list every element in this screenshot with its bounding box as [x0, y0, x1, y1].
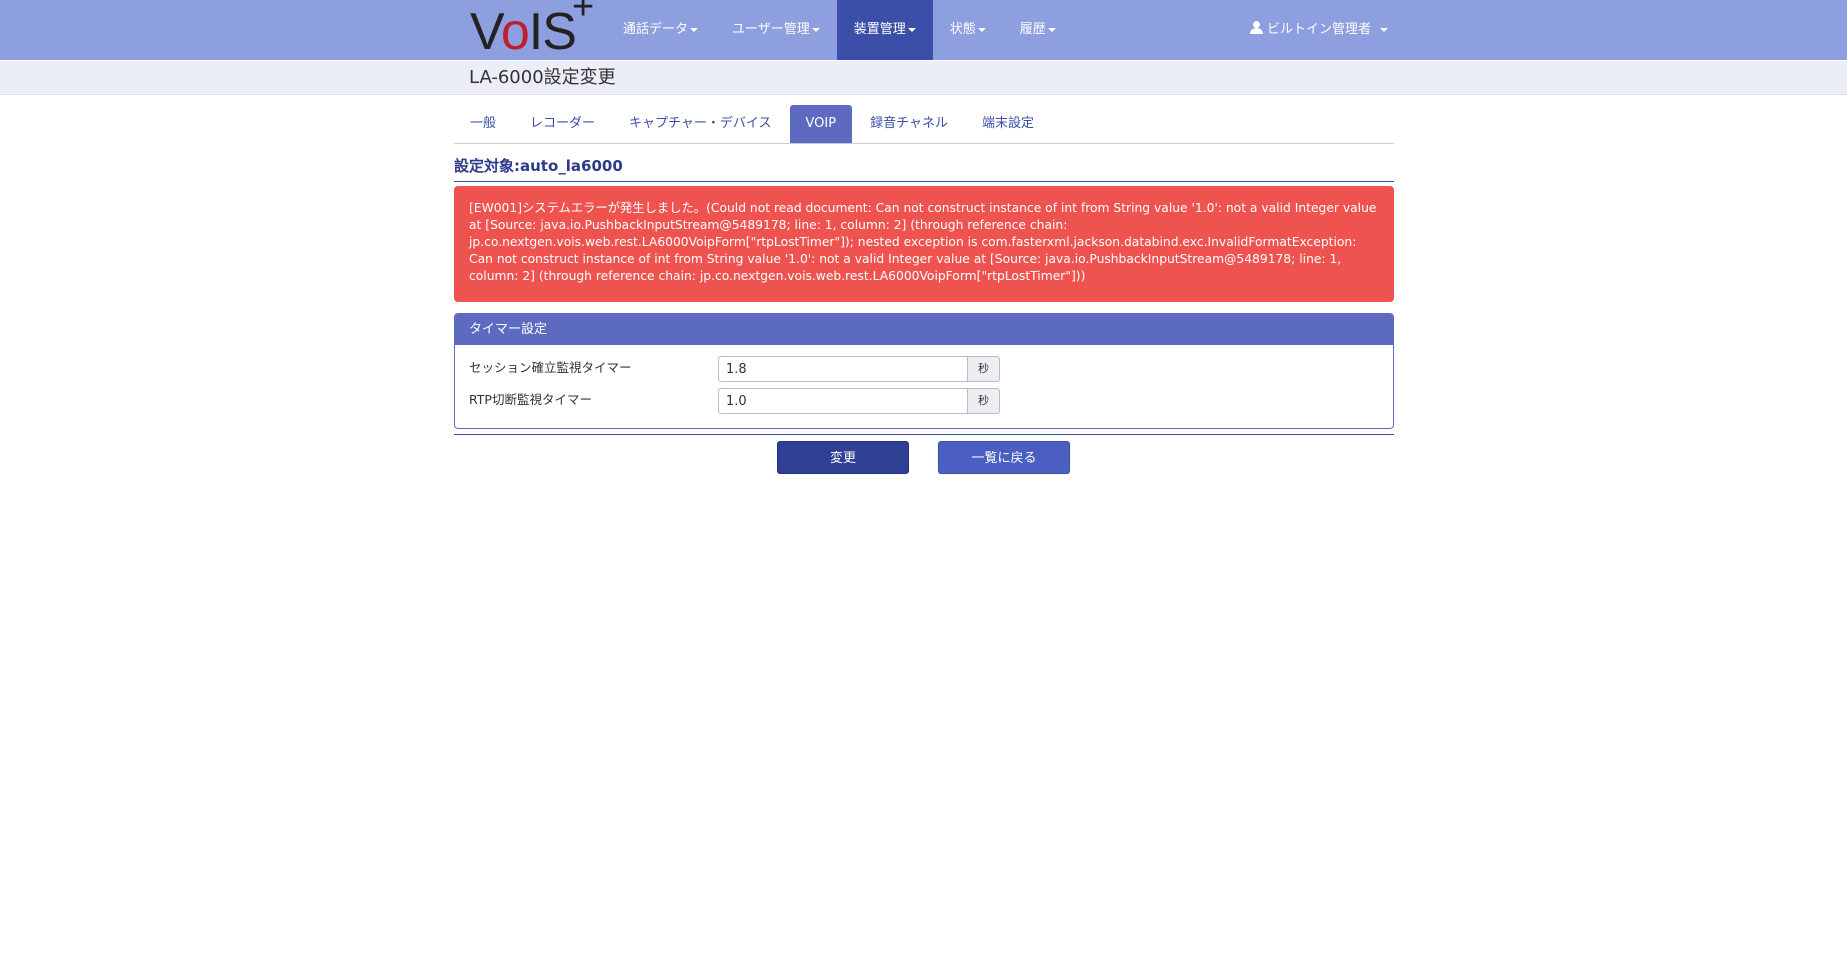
caret-down-icon	[1380, 27, 1389, 32]
settings-tabs: 一般 レコーダー キャプチャー・デバイス VOIP 録音チャネル 端末設定	[454, 105, 1394, 144]
submit-button[interactable]: 変更	[777, 441, 909, 474]
caret-down-icon	[811, 27, 820, 32]
rtp-timer-label: RTP切断監視タイマー	[469, 392, 592, 407]
top-navbar: VoIS + 通話データ ユーザー管理 装置管理 状態 履歴 ビルトイン管理者	[0, 0, 1847, 61]
user-icon	[1250, 21, 1263, 34]
logo-plus: +	[572, 0, 594, 28]
main-nav: 通話データ ユーザー管理 装置管理 状態 履歴	[606, 0, 1073, 60]
panel-heading: タイマー設定	[455, 314, 1393, 345]
nav-status[interactable]: 状態	[933, 0, 1003, 60]
settings-target: 設定対象:auto_la6000	[454, 155, 1394, 182]
session-timer-unit: 秒	[968, 356, 1000, 382]
nav-user-management[interactable]: ユーザー管理	[715, 0, 837, 60]
logo-text-suffix: IS	[528, 3, 577, 61]
caret-down-icon	[977, 27, 986, 32]
rtp-timer-row: RTP切断監視タイマー 秒	[469, 388, 1369, 414]
page-header: LA-6000設定変更	[0, 61, 1847, 95]
timer-settings-panel: タイマー設定 セッション確立監視タイマー 秒 RTP切断監視タイマー 秒	[454, 313, 1394, 429]
rtp-timer-unit: 秒	[968, 388, 1000, 414]
session-timer-label: セッション確立監視タイマー	[469, 360, 632, 375]
user-menu[interactable]: ビルトイン管理者	[1250, 0, 1389, 60]
nav-call-data-label: 通話データ	[623, 22, 689, 37]
nav-history-label: 履歴	[1019, 22, 1046, 37]
form-divider	[454, 434, 1394, 435]
tab-voip[interactable]: VOIP	[789, 105, 853, 143]
tab-terminal-settings[interactable]: 端末設定	[966, 105, 1050, 143]
user-name: ビルトイン管理者	[1267, 22, 1372, 37]
vois-logo[interactable]: VoIS +	[470, 0, 595, 61]
session-timer-row: セッション確立監視タイマー 秒	[469, 356, 1369, 382]
nav-user-management-label: ユーザー管理	[732, 22, 810, 37]
nav-device-management[interactable]: 装置管理	[836, 0, 933, 60]
caret-down-icon	[907, 27, 916, 32]
tab-capture-device[interactable]: キャプチャー・デバイス	[613, 105, 787, 143]
nav-device-management-label: 装置管理	[853, 22, 906, 37]
page-title: LA-6000設定変更	[469, 67, 616, 88]
logo-text-o: o	[500, 3, 530, 61]
logo-text: V	[470, 3, 502, 61]
error-alert: [EW001]システムエラーが発生しました。(Could not read do…	[454, 186, 1394, 302]
caret-down-icon	[690, 27, 699, 32]
caret-down-icon	[1047, 27, 1056, 32]
nav-call-data[interactable]: 通話データ	[606, 0, 715, 60]
tab-general[interactable]: 一般	[454, 105, 512, 143]
rtp-timer-input[interactable]	[718, 388, 968, 414]
nav-status-label: 状態	[949, 22, 976, 37]
session-timer-input[interactable]	[718, 356, 968, 382]
nav-history[interactable]: 履歴	[1003, 0, 1073, 60]
tab-recorder[interactable]: レコーダー	[514, 105, 611, 143]
back-to-list-button[interactable]: 一覧に戻る	[938, 441, 1070, 474]
tab-recording-channel[interactable]: 録音チャネル	[854, 105, 964, 143]
